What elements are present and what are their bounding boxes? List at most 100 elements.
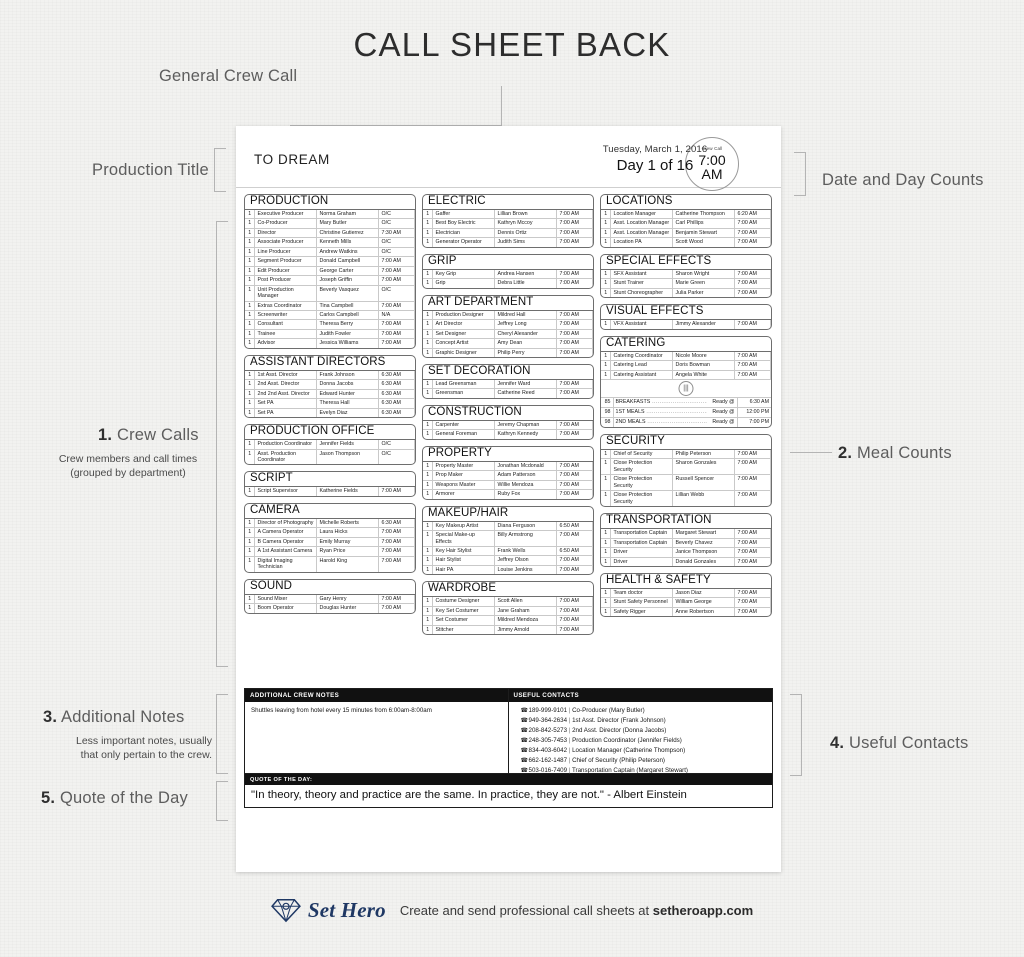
department-block: SECURITY 1 Chief of Security Philip Peterso… — [600, 433, 772, 508]
meal-row: 85 BREAKFASTS ...........................… — [601, 396, 771, 408]
crew-nam: Sharon Wright — [672, 269, 735, 279]
crew-qty: 1 — [245, 256, 255, 267]
crew-qty: 1 — [245, 275, 255, 286]
crew-pos: 2nd Asst. Director — [254, 379, 317, 390]
crew-qty: 1 — [423, 555, 433, 566]
contact-item[interactable]: ☎834-403-6042 | Location Manager (Cather… — [521, 746, 767, 756]
crew-tim: O/C — [378, 218, 415, 229]
crew-qty: 1 — [423, 210, 433, 219]
contact-item[interactable]: ☎503-016-7409 | Transportation Captain (… — [521, 766, 767, 776]
crew-tim: 7:00 AM — [734, 537, 771, 548]
crew-pos: Gaffer — [432, 210, 495, 219]
crew-tim: 7:00 AM — [734, 529, 771, 539]
crew-tim: 7:00 AM — [556, 379, 593, 389]
crew-qty: 1 — [423, 605, 433, 616]
additional-crew-notes-body: Shuttles leaving from hotel every 15 min… — [251, 706, 432, 714]
table-row: 1 Key Makeup Artist Diana Ferguson 6:50 AM — [423, 521, 593, 531]
table-row: 1 Stitcher Jimmy Arnold 7:00 AM — [423, 624, 593, 635]
crew-pos: Grip — [432, 278, 495, 288]
crew-qty: 1 — [245, 487, 255, 496]
table-row: 1 Set Costumer Mildred Mendoza 7:00 AM — [423, 615, 593, 626]
crew-pos: Close Protection Security — [610, 474, 673, 491]
crew-tim: 7:00 AM — [734, 458, 771, 475]
crew-nam: Theresa Hall — [316, 398, 379, 409]
department-block: PRODUCTION 1 Executive Producer Norma Graha… — [244, 194, 416, 349]
department-header: CAMERA — [245, 504, 415, 519]
annotation-leader-crew-call-drop — [501, 86, 502, 126]
crew-pos: Edit Producer — [254, 265, 317, 276]
contact-item[interactable]: ☎248-305-7453 | Production Coordinator (… — [521, 736, 767, 746]
crew-nam: Margaret Stewart — [672, 529, 735, 539]
annotation-quote: 5. Quote of the Day — [41, 789, 188, 808]
crew-pos: Special Make-up Effects — [432, 530, 495, 547]
crew-nam: Debra Little — [494, 278, 557, 288]
contact-item[interactable]: ☎208-842-5273 | 2nd Asst. Director (Donn… — [521, 726, 767, 736]
department-header: LOCATIONS — [601, 195, 771, 210]
table-row: 1 Post Producer Joseph Griffin 7:00 AM — [245, 275, 415, 286]
department-block: CONSTRUCTION 1 Carpenter Jeremy Chapman 7:00… — [422, 404, 594, 440]
table-row: 1 Gaffer Lillian Brown 7:00 AM — [423, 210, 593, 219]
department-block: SCRIPT 1 Script Supervisor Katherine Fields… — [244, 471, 416, 497]
contact-item[interactable]: ☎662-162-1487 | Chief of Security (Phili… — [521, 756, 767, 766]
department-header: ART DEPARTMENT — [423, 296, 593, 311]
crew-tim: 7:00 AM — [556, 615, 593, 626]
crew-tim: 7:00 AM — [556, 470, 593, 481]
crew-pos: Script Supervisor — [254, 487, 317, 496]
crew-pos: Executive Producer — [254, 210, 317, 219]
crew-nam: Mildred Mendoza — [494, 615, 557, 626]
crew-nam: Julia Parker — [672, 287, 735, 298]
annotation-date-day-counts: Date and Day Counts — [822, 171, 984, 189]
department-table: 1 Script Supervisor Katherine Fields 7:00 A… — [245, 487, 415, 496]
shoot-date: Tuesday, March 1, 2016 — [602, 144, 708, 155]
table-row: 1 Close Protection Security Lillian Webb 7:… — [601, 490, 771, 507]
crew-qty: 1 — [245, 319, 255, 330]
department-table: 1 Production Coordinator Jennifer Fields O/… — [245, 440, 415, 465]
crew-pos: Co-Producer — [254, 218, 317, 229]
crew-pos: 1st Asst. Director — [254, 370, 317, 380]
crew-qty: 1 — [423, 338, 433, 349]
crew-nam: Jason Thompson — [316, 448, 379, 465]
crew-qty: 1 — [423, 545, 433, 556]
crew-qty: 1 — [245, 227, 255, 238]
crew-pos: Production Coordinator — [254, 440, 317, 450]
table-row: 1 Driver Janice Thompson 7:00 AM — [601, 547, 771, 558]
crew-nam: Adam Patterson — [494, 470, 557, 481]
footer-domain[interactable]: setheroapp.com — [653, 903, 753, 918]
contact-item[interactable]: ☎189-999-9101 | Co-Producer (Mary Butler… — [521, 706, 767, 716]
crew-qty: 1 — [245, 379, 255, 390]
contact-item[interactable]: ☎949-364-2634 | 1st Asst. Director (Fran… — [521, 716, 767, 726]
footer: Set Hero Create and send professional ca… — [0, 897, 1024, 923]
crew-tim: 7:00 AM — [378, 527, 415, 538]
department-header: TRANSPORTATION — [601, 514, 771, 530]
department-block: PROPERTY 1 Property Master Jonathan Mcdonal… — [422, 445, 594, 500]
crew-pos: Set PA — [254, 398, 317, 409]
department-table: 1 SFX Assistant Sharon Wright 7:00 AM 1 Stunt… — [601, 269, 771, 298]
table-row: 1 Set Designer Cheryl Alexander 7:00 AM — [423, 328, 593, 339]
contact-phone: 834-403-6042 — [528, 746, 568, 754]
crew-nam: Beverly Chavez — [672, 537, 735, 548]
crew-nam: Anne Robertson — [672, 606, 735, 617]
table-row: 1 General Foreman Kathryn Kennedy 7:00 AM — [423, 429, 593, 439]
crew-pos: Weapons Master — [432, 479, 495, 490]
table-row: 1 Carpenter Jeremy Chapman 7:00 AM — [423, 420, 593, 430]
annotation-bracket-production-title — [214, 148, 226, 192]
crew-pos: Key Set Costumer — [432, 605, 495, 616]
table-row: 1 Transportation Captain Beverly Chavez 7:0… — [601, 537, 771, 548]
crew-qty: 1 — [245, 284, 255, 302]
crew-nam: Lillian Brown — [494, 210, 557, 219]
crew-qty: 1 — [601, 351, 611, 361]
crew-qty: 1 — [245, 300, 255, 311]
table-row: 1 Director of Photography Michelle Roberts… — [245, 518, 415, 528]
crew-qty: 1 — [423, 624, 433, 635]
crew-pos: Digital Imaging Technician — [254, 555, 317, 572]
department-block: LOCATIONS 1 Location Manager Catherine Thom… — [600, 194, 772, 248]
table-row: 1 Costume Designer Scott Allen 7:00 AM — [423, 597, 593, 607]
department-header: PRODUCTION OFFICE — [245, 425, 415, 441]
crew-tim: 7:30 AM — [378, 227, 415, 238]
crew-tim: 7:00 AM — [556, 597, 593, 607]
meal-count: 98 — [601, 417, 614, 427]
annotation-useful-contacts-label: Useful Contacts — [848, 734, 969, 752]
crew-tim: 6:30 AM — [378, 398, 415, 409]
crew-pos: Greensman — [432, 388, 495, 398]
crew-pos: Best Boy Electric — [432, 218, 495, 229]
